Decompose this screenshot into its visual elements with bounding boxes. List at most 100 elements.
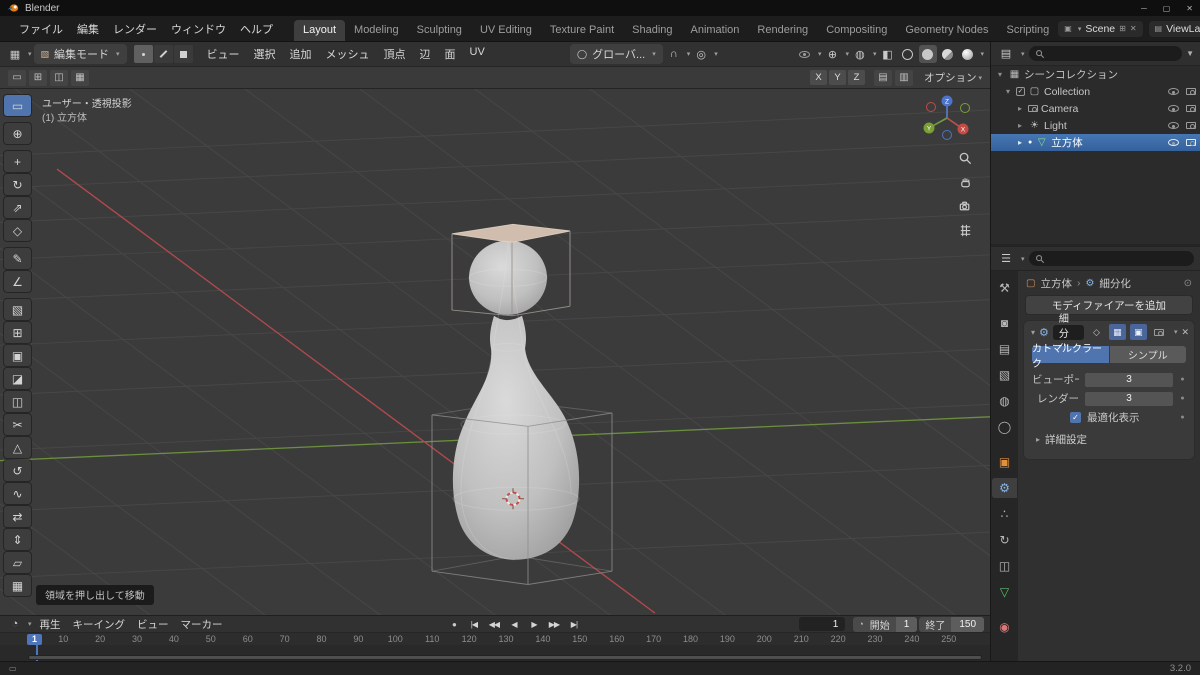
expand-icon[interactable]: ▾ (995, 70, 1005, 79)
tool-edge-slide-button[interactable]: ⇄ (4, 506, 31, 527)
pawn-mesh[interactable] (452, 240, 580, 561)
tool-measure-button[interactable]: ∠ (4, 271, 31, 292)
editor-type-icon[interactable]: ▦ (6, 45, 24, 63)
properties-search-input[interactable] (1028, 251, 1194, 266)
tool-option-icon-2[interactable]: ⊞ (29, 69, 47, 86)
properties-tab-render[interactable]: ◙ (992, 313, 1017, 333)
tab-uv-editing[interactable]: UV Editing (471, 20, 541, 41)
face-select-mode-button[interactable] (173, 45, 193, 63)
gizmo-z-neg[interactable] (942, 130, 952, 140)
properties-tab-object-data[interactable]: ▽ (992, 582, 1017, 602)
tab-modeling[interactable]: Modeling (345, 20, 408, 41)
hide-viewport-eye-icon[interactable] (1168, 105, 1179, 112)
edge-select-mode-button[interactable] (153, 45, 173, 63)
shading-wireframe-button[interactable] (899, 45, 917, 63)
tool-select-box-button[interactable]: ▭ (4, 95, 31, 116)
snap-magnet-icon[interactable]: ∩ (665, 45, 683, 63)
breadcrumb-object[interactable]: 立方体 (1040, 276, 1072, 291)
properties-tab-modifiers[interactable]: ⚙ (992, 478, 1017, 498)
tool-rotate-button[interactable]: ↻ (4, 174, 31, 195)
tool-knife-button[interactable]: ✂ (4, 414, 31, 435)
render-levels-field[interactable]: 3 (1085, 391, 1173, 406)
frame-start-field[interactable]: ◔ 開始 1 (853, 616, 918, 632)
disable-render-camera-icon[interactable] (1186, 105, 1196, 112)
xray-toggle-icon[interactable]: ◧ (879, 45, 897, 63)
breadcrumb-modifier[interactable]: 細分化 (1099, 276, 1131, 291)
tab-texture-paint[interactable]: Texture Paint (541, 20, 623, 41)
tool-smooth-button[interactable]: ∿ (4, 483, 31, 504)
properties-tab-constraints[interactable]: ◫ (992, 556, 1017, 576)
current-frame-field[interactable]: 1 (799, 617, 846, 631)
tab-layout[interactable]: Layout (294, 20, 346, 41)
outliner-row-collection[interactable]: ▾ ✓ ▢ Collection (991, 83, 1200, 100)
tool-transform-button[interactable]: ◇ (4, 220, 31, 241)
tool-shrink-fatten-button[interactable]: ⇕ (4, 529, 31, 550)
transport-play-button[interactable]: ▶ (525, 620, 542, 629)
advanced-section-toggle[interactable]: ▸ 詳細設定 (1024, 427, 1194, 452)
show-overlays-icon[interactable]: ◍ (851, 45, 869, 63)
viewlayer-selector[interactable]: ▤ ViewLayer ✕ (1148, 20, 1200, 37)
tool-poly-build-button[interactable]: △ (4, 437, 31, 458)
hide-viewport-eye-icon[interactable] (1168, 139, 1179, 146)
filter-funnel-icon[interactable]: ▼ (1186, 49, 1194, 58)
menu-edit[interactable]: 編集 (70, 19, 106, 39)
menu-help[interactable]: ヘルプ (233, 19, 280, 39)
tool-cursor-button[interactable]: ⊕ (4, 123, 31, 144)
pan-hand-icon[interactable] (956, 173, 974, 191)
vp-menu-face[interactable]: 面 (438, 44, 463, 64)
tab-sculpting[interactable]: Sculpting (408, 20, 471, 41)
viewport-canvas[interactable] (0, 89, 990, 615)
close-icon[interactable]: ✕ (1186, 4, 1193, 13)
timeline-menu-marker[interactable]: マーカー (175, 617, 229, 632)
add-modifier-button[interactable]: モディファイアーを追加 (1026, 296, 1192, 314)
menu-render[interactable]: レンダー (106, 19, 164, 39)
display-realtime-icon[interactable]: ▣ (1129, 324, 1147, 340)
shading-solid-button[interactable] (918, 45, 937, 63)
vp-menu-mesh[interactable]: メッシュ (319, 44, 377, 64)
gizmo-caret-icon[interactable]: ▾ (845, 50, 849, 58)
auto-keying-icon[interactable]: ● (445, 617, 463, 631)
disable-render-camera-icon[interactable] (1186, 122, 1196, 129)
animate-dot-icon[interactable]: ● (1179, 376, 1186, 383)
outliner-row-light[interactable]: ▸ ☀ Light (991, 117, 1200, 134)
animate-dot-icon[interactable]: ● (1179, 414, 1186, 421)
timeline-editor-icon[interactable]: ◔ (6, 617, 24, 631)
panel-collapse-icon[interactable]: ▾ (1031, 328, 1035, 337)
tool-option-icon-4[interactable]: ▦ (71, 69, 89, 86)
vp-menu-edge[interactable]: 辺 (413, 44, 438, 64)
properties-tab-output[interactable]: ▤ (992, 339, 1017, 359)
properties-tab-scene[interactable]: ◍ (992, 391, 1017, 411)
show-gizmo-icon[interactable]: ⊕ (823, 45, 841, 63)
tab-geometry-nodes[interactable]: Geometry Nodes (896, 20, 997, 41)
vp-menu-select[interactable]: 選択 (247, 44, 283, 64)
timeline-track[interactable] (0, 645, 990, 661)
proportional-editing-icon[interactable]: ◎ (692, 45, 710, 63)
pin-icon[interactable]: ⊙ (1184, 278, 1192, 289)
vp-menu-uv[interactable]: UV (463, 44, 492, 64)
tool-rip-region-button[interactable]: ▦ (4, 575, 31, 596)
navigation-gizmo[interactable]: Z Y X (914, 91, 978, 152)
zoom-icon[interactable] (956, 149, 974, 167)
properties-tab-material[interactable]: ◉ (992, 617, 1017, 637)
transport-jump-prev-keyframe-button[interactable]: ◀◀ (485, 620, 502, 629)
transport-jump-to-end-button[interactable]: ▶| (565, 620, 582, 629)
snap-target-icon[interactable]: ▤ (873, 69, 892, 86)
transport-jump-next-keyframe-button[interactable]: ▶▶ (545, 620, 562, 629)
expand-icon[interactable]: ▸ (1015, 104, 1025, 113)
tab-compositing[interactable]: Compositing (817, 20, 896, 41)
transform-orientation-dropdown[interactable]: ◯ グローバ... ▾ (570, 44, 663, 64)
perspective-toggle-icon[interactable] (956, 221, 974, 239)
overlays-caret-icon[interactable]: ▾ (873, 50, 877, 58)
timeline-menu-view[interactable]: ビュー (131, 617, 175, 632)
properties-editor-icon[interactable]: ☰ (997, 251, 1015, 267)
outliner-search-input[interactable] (1028, 46, 1183, 61)
tool-bevel-button[interactable]: ◪ (4, 368, 31, 389)
tool-spin-button[interactable]: ↺ (4, 460, 31, 481)
scene-selector[interactable]: ▣ ▾ Scene ⊞ ✕ (1058, 20, 1143, 37)
camera-view-icon[interactable] (956, 197, 974, 215)
tool-move-button[interactable]: + (4, 151, 31, 172)
scrollbar-thumb[interactable] (29, 656, 981, 659)
tool-scale-button[interactable]: ⇗ (4, 197, 31, 218)
frame-end-field[interactable]: 終了 150 (919, 616, 985, 632)
catmull-clark-button[interactable]: カトマルクラーク (1032, 344, 1109, 370)
